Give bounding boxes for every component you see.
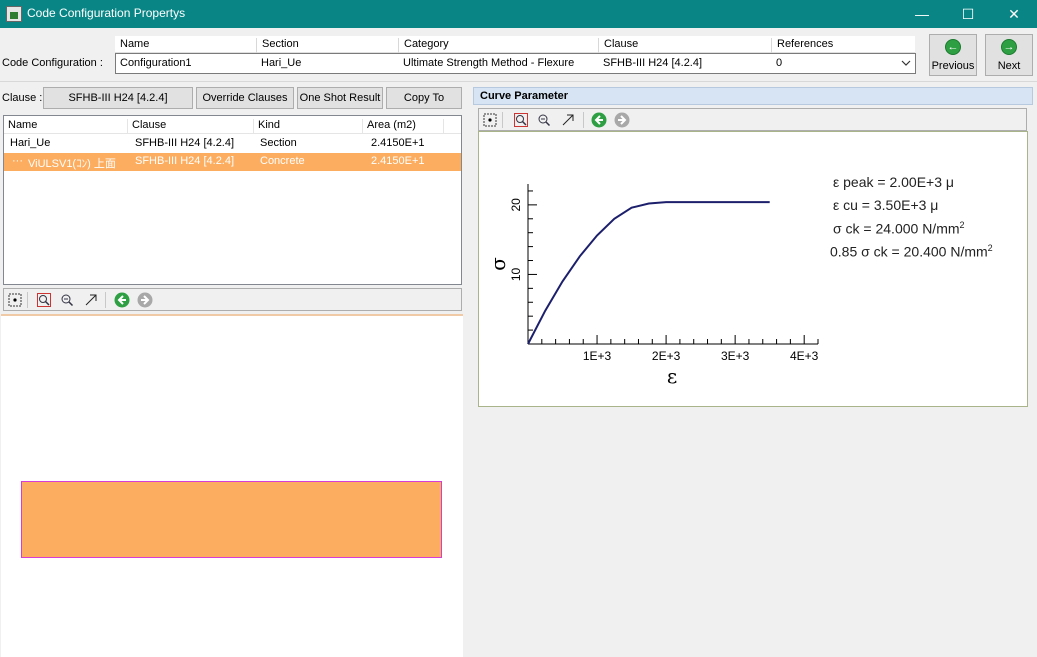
- config-header-clause: Clause: [598, 38, 638, 53]
- config-category-value: Ultimate Strength Method - Flexure: [403, 57, 575, 69]
- copy-to-button[interactable]: Copy To: [386, 87, 462, 109]
- previous-label: Previous: [931, 60, 975, 72]
- app-icon: [6, 6, 22, 22]
- clause-select-button[interactable]: SFHB-III H24 [4.2.4]: [43, 87, 193, 109]
- zoom-out-icon[interactable]: [537, 113, 551, 127]
- cell-area: 2.4150E+1: [371, 155, 425, 167]
- table-row-selected[interactable]: ··· ViULSV1(ｺﾝ) 上面 SFHB-III H24 [4.2.4] …: [4, 153, 461, 171]
- param-sigma-ck-text: σ ck = 24.000 N/mm: [833, 220, 960, 237]
- window-title: Code Configuration Propertys: [27, 6, 186, 20]
- param-sigma-ck-085-exp: 2: [987, 243, 993, 253]
- forward-arrow-icon[interactable]: [614, 112, 630, 128]
- arrow-left-icon: ←: [945, 39, 961, 55]
- chart-axes: [527, 184, 818, 345]
- override-clauses-button[interactable]: Override Clauses: [196, 87, 294, 109]
- code-configuration-label: Code Configuration :: [2, 57, 103, 69]
- config-name-value: Configuration1: [120, 57, 192, 69]
- y-tick-label: 20: [509, 198, 523, 212]
- section-table[interactable]: Name Clause Kind Area (m2) Hari_Ue SFHB-…: [3, 115, 462, 285]
- table-header: Name Clause Kind Area (m2): [4, 116, 461, 134]
- chevron-down-icon[interactable]: [901, 57, 911, 69]
- cell-area: 2.4150E+1: [371, 137, 425, 149]
- zoom-window-icon[interactable]: [37, 293, 51, 307]
- one-shot-result-button[interactable]: One Shot Result: [297, 87, 383, 109]
- y-axis-label: σ: [486, 257, 510, 271]
- header-kind[interactable]: Kind: [254, 119, 363, 134]
- x-axis-label: ε: [667, 364, 677, 388]
- header-clause[interactable]: Clause: [128, 119, 254, 134]
- title-bar: Code Configuration Propertys — ☐ ✕: [0, 0, 1037, 28]
- y-tick-label: 10: [509, 267, 523, 281]
- config-header-category: Category: [398, 38, 449, 53]
- next-label: Next: [997, 60, 1021, 72]
- pan-arrow-icon[interactable]: [561, 113, 575, 127]
- stress-strain-curve: [527, 201, 770, 345]
- toolbar-separator: [105, 292, 106, 308]
- x-tick-label: 4E+3: [790, 349, 819, 363]
- section-shape[interactable]: [21, 481, 442, 558]
- header-area[interactable]: Area (m2): [363, 119, 444, 134]
- curve-toolbar: [478, 108, 1027, 131]
- table-row[interactable]: Hari_Ue SFHB-III H24 [4.2.4] Section 2.4…: [4, 135, 461, 153]
- tree-line-icon: ···: [12, 155, 23, 167]
- config-clause-value: SFHB-III H24 [4.2.4]: [603, 57, 703, 69]
- fit-all-icon[interactable]: [8, 293, 22, 307]
- cell-clause: SFHB-III H24 [4.2.4]: [135, 137, 235, 149]
- section-toolbar: [3, 288, 462, 311]
- clause-label: Clause :: [2, 92, 43, 104]
- config-header-section: Section: [256, 38, 299, 53]
- configuration-dropdown[interactable]: Configuration1 Hari_Ue Ultimate Strength…: [115, 53, 916, 74]
- curve-parameter-title: Curve Parameter: [480, 90, 569, 102]
- curve-parameter-header: Curve Parameter: [473, 87, 1033, 105]
- x-tick-label: 2E+3: [652, 349, 681, 363]
- param-sigma-ck-085: 0.85 σ ck = 20.400 N/mm2: [830, 243, 993, 260]
- param-eps-peak: ε peak = 2.00E+3 μ: [833, 174, 954, 190]
- config-references-value: 0: [776, 57, 783, 69]
- toolbar-separator: [502, 112, 503, 128]
- cell-name: ViULSV1(ｺﾝ) 上面: [28, 158, 116, 170]
- chart-ticks: 1E+3 2E+3 3E+3 4E+3 10 20: [509, 190, 819, 363]
- x-tick-label: 1E+3: [583, 349, 612, 363]
- forward-arrow-icon[interactable]: [137, 292, 153, 308]
- arrow-right-icon: →: [1001, 39, 1017, 55]
- zoom-window-icon[interactable]: [514, 113, 528, 127]
- fit-all-icon[interactable]: [483, 113, 497, 127]
- pan-arrow-icon[interactable]: [84, 293, 98, 307]
- previous-button[interactable]: ← Previous: [929, 34, 977, 76]
- param-sigma-ck-exp: 2: [959, 220, 965, 230]
- back-arrow-icon[interactable]: [591, 112, 607, 128]
- x-tick-label: 3E+3: [721, 349, 750, 363]
- config-header-name: Name: [120, 38, 150, 50]
- config-header: Name Section Category Clause References: [115, 36, 915, 53]
- next-button[interactable]: → Next: [985, 34, 1033, 76]
- param-eps-cu: ε cu = 3.50E+3 μ: [833, 197, 939, 213]
- param-sigma-ck-085-text: 0.85 σ ck = 20.400 N/mm: [830, 243, 988, 260]
- divider: [0, 81, 1037, 82]
- curve-panel[interactable]: 1E+3 2E+3 3E+3 4E+3 10 20 ε σ ε peak = 2.00E+…: [478, 131, 1028, 407]
- cell-kind: Section: [260, 137, 297, 149]
- cell-kind: Concrete: [260, 155, 305, 167]
- config-section-value: Hari_Ue: [261, 57, 302, 69]
- param-sigma-ck: σ ck = 24.000 N/mm2: [833, 220, 965, 237]
- close-button[interactable]: ✕: [991, 0, 1037, 28]
- toolbar-separator: [583, 112, 584, 128]
- cell-clause: SFHB-III H24 [4.2.4]: [135, 155, 235, 167]
- minimize-button[interactable]: —: [899, 0, 945, 28]
- config-header-references: References: [771, 38, 833, 53]
- zoom-out-icon[interactable]: [60, 293, 74, 307]
- maximize-button[interactable]: ☐: [945, 0, 991, 28]
- cell-name: Hari_Ue: [10, 137, 51, 149]
- toolbar-separator: [27, 292, 28, 308]
- back-arrow-icon[interactable]: [114, 292, 130, 308]
- header-name[interactable]: Name: [4, 119, 128, 134]
- section-view[interactable]: [1, 314, 463, 657]
